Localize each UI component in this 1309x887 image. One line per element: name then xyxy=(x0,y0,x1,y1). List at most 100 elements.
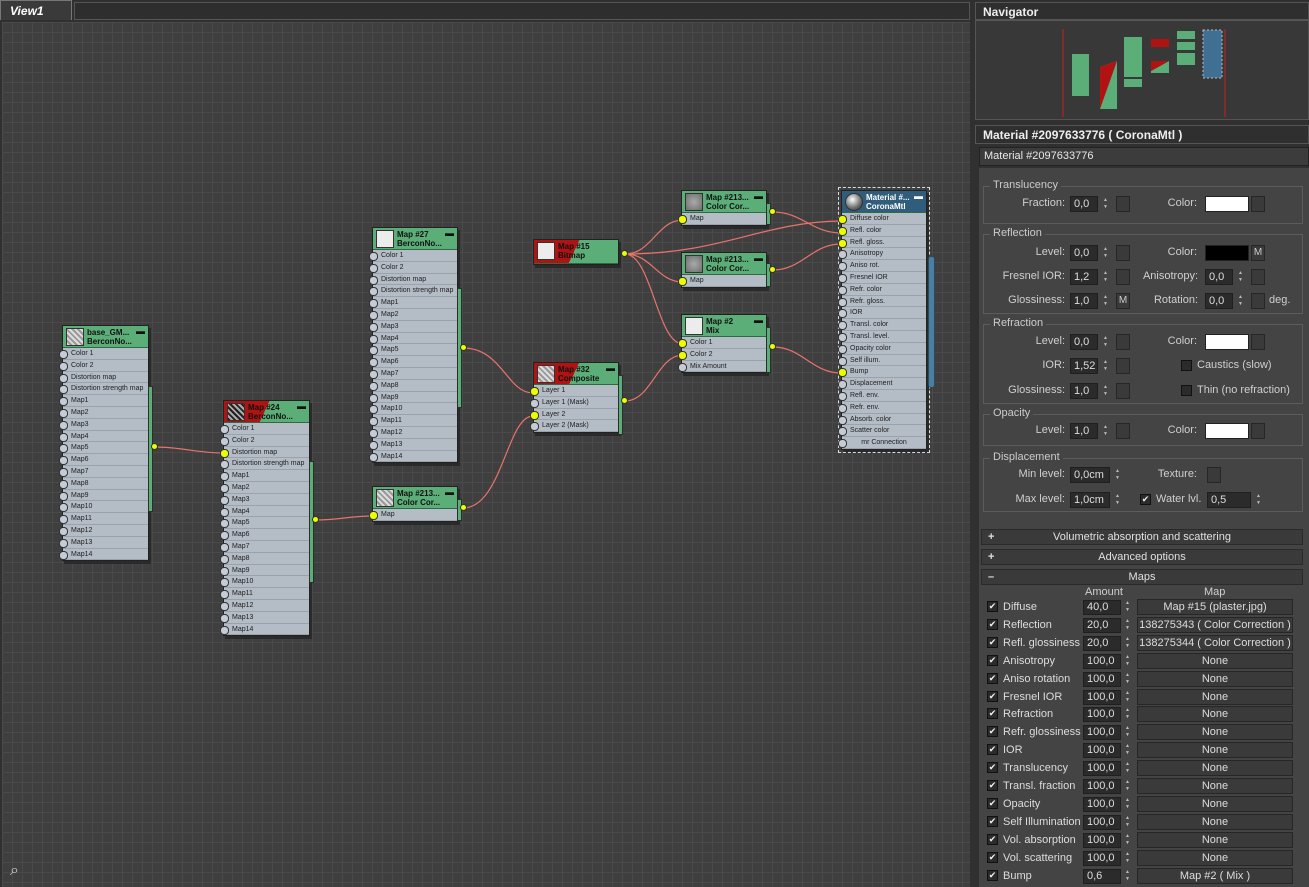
output-socket[interactable] xyxy=(769,266,776,273)
node-slot[interactable]: Refr. color xyxy=(838,284,926,296)
spinner-arrows-icon[interactable]: ▲ ▼ xyxy=(1125,707,1130,721)
map-assign-button[interactable]: Map #15 (plaster.jpg) xyxy=(1137,599,1293,615)
node-slot[interactable]: Map11 xyxy=(59,513,148,525)
map-enable-checkbox[interactable]: ✔ xyxy=(987,815,998,827)
node-material-corona[interactable]: Material #... CoronaMtl ▬ Diffuse color Re… xyxy=(838,187,930,453)
spinner-arrows-icon[interactable]: ▲ ▼ xyxy=(1125,600,1130,614)
map-enable-checkbox[interactable]: ✔ xyxy=(987,636,998,648)
node-slot[interactable]: Displacement xyxy=(838,378,926,390)
map-amount-spinner[interactable]: 100,0 xyxy=(1083,814,1121,830)
material-rollout[interactable]: Translucency Fraction: 0,0 Color: Reflec… xyxy=(979,168,1309,887)
node-slot[interactable]: Color 1 xyxy=(678,337,766,349)
displacement-texture-button[interactable] xyxy=(1207,467,1221,483)
spinner-arrows-icon[interactable]: ▲ ▼ xyxy=(1125,725,1130,739)
node-slot[interactable]: Map9 xyxy=(220,565,309,577)
spinner-arrows-icon[interactable]: ▲ ▼ xyxy=(1125,797,1130,811)
output-socket[interactable] xyxy=(460,344,467,351)
node-footer[interactable]: mr Connection xyxy=(838,437,926,449)
node-map27-bercon[interactable]: Map #27 BerconNo... ▬ Color 1 Color 2 Disto… xyxy=(369,227,462,464)
map-enable-checkbox[interactable]: ✔ xyxy=(987,797,998,809)
fresnel-ior-spinner[interactable]: 1,2 xyxy=(1070,269,1108,285)
node-slot[interactable]: Layer 1 xyxy=(530,385,618,397)
node-slot[interactable]: Map xyxy=(678,213,766,225)
minimize-icon[interactable]: ▬ xyxy=(914,191,923,201)
opacity-color-swatch[interactable] xyxy=(1205,423,1249,439)
minimize-icon[interactable]: ▬ xyxy=(754,315,763,325)
map-enable-checkbox[interactable]: ✔ xyxy=(987,690,998,702)
advanced-rollout[interactable]: + Advanced options xyxy=(981,549,1303,565)
node-slot[interactable]: Map12 xyxy=(220,600,309,612)
node-slot[interactable]: Map12 xyxy=(59,525,148,537)
node-header[interactable]: Map #2 Mix ▬ xyxy=(682,315,766,337)
node-header[interactable]: Map #27 BerconNo... ▬ xyxy=(373,228,457,250)
node-slot[interactable]: Map9 xyxy=(59,490,148,502)
spinner-arrows-icon[interactable]: ▲ ▼ xyxy=(1125,672,1130,686)
map-enable-checkbox[interactable]: ✔ xyxy=(987,726,998,738)
minimize-icon[interactable]: ▬ xyxy=(754,191,763,201)
thin-checkbox[interactable] xyxy=(1181,385,1192,396)
map-enable-checkbox[interactable]: ✔ xyxy=(987,618,998,630)
node-slot[interactable]: Map13 xyxy=(220,612,309,624)
node-slot[interactable]: Map12 xyxy=(369,427,457,439)
node-slot[interactable]: Map10 xyxy=(220,576,309,589)
node-slot[interactable]: Map9 xyxy=(369,392,457,404)
minimize-icon[interactable]: ▬ xyxy=(754,253,763,263)
node-base-bercon[interactable]: base_GM... BerconNo... ▬ Color 1 Color 2 Di… xyxy=(59,325,153,562)
map-amount-spinner[interactable]: 100,0 xyxy=(1083,761,1121,777)
refl-glossiness-map-button[interactable]: M xyxy=(1116,293,1130,309)
node-slot[interactable]: Map8 xyxy=(59,478,148,490)
node-slot[interactable]: Map1 xyxy=(220,470,309,482)
anisotropy-map-button[interactable] xyxy=(1251,269,1265,285)
node-slot[interactable]: Aniso rot. xyxy=(838,260,926,272)
node-color-correction-low[interactable]: Map #213... Color Cor... ▬ Map xyxy=(369,486,462,522)
node-slot[interactable]: Map6 xyxy=(369,356,457,368)
map-assign-button[interactable]: None xyxy=(1137,652,1293,669)
refl-color-map-button[interactable]: M xyxy=(1251,245,1265,261)
map-assign-button[interactable]: Map #2 ( Mix ) xyxy=(1137,867,1293,884)
node-slot[interactable]: Map3 xyxy=(220,494,309,506)
map-amount-spinner[interactable]: 100,0 xyxy=(1083,689,1121,705)
node-header[interactable]: Map #213... Color Cor... ▬ xyxy=(373,487,457,509)
water-level-spinner[interactable]: 0,5 xyxy=(1207,492,1261,508)
spinner-arrows-icon[interactable]: ▲ ▼ xyxy=(1125,833,1130,847)
node-slot[interactable]: Layer 1 (Mask) xyxy=(530,397,618,409)
node-slot[interactable]: Color 2 xyxy=(678,349,766,361)
output-socket[interactable] xyxy=(621,397,628,404)
map-assign-button[interactable]: None xyxy=(1137,778,1293,794)
node-slot[interactable]: Layer 2 (Mask) xyxy=(530,420,618,433)
spinner-arrows-icon[interactable]: ▲ ▼ xyxy=(1125,869,1130,883)
spinner-arrows-icon[interactable]: ▲ ▼ xyxy=(1125,815,1130,829)
map-amount-spinner[interactable]: 0,6 xyxy=(1083,868,1121,884)
node-slot[interactable]: Anisotropy xyxy=(838,248,926,261)
map-amount-spinner[interactable]: 20,0 xyxy=(1083,635,1121,651)
node-slot[interactable]: Distortion strength map xyxy=(59,383,148,396)
output-socket[interactable] xyxy=(151,443,158,450)
output-socket[interactable] xyxy=(312,516,319,523)
minimize-icon[interactable]: ▬ xyxy=(606,363,615,373)
view-tab[interactable]: View1 xyxy=(0,0,72,20)
node-slot[interactable]: Map1 xyxy=(59,395,148,407)
node-header[interactable]: Material #... CoronaMtl ▬ xyxy=(842,191,926,213)
spinner-arrows-icon[interactable]: ▲ ▼ xyxy=(1125,636,1130,650)
spinner-arrows-icon[interactable]: ▲ ▼ xyxy=(1125,743,1130,757)
spinner-arrows-icon[interactable]: ▲ ▼ xyxy=(1125,654,1130,668)
node-slot[interactable]: Map4 xyxy=(369,333,457,345)
node-color-correction-top[interactable]: Map #213... Color Cor... ▬ Map xyxy=(678,190,771,226)
node-slot[interactable]: Fresnel IOR xyxy=(838,272,926,284)
rotation-map-button[interactable] xyxy=(1251,293,1265,309)
node-header[interactable]: Map #213... Color Cor... ▬ xyxy=(682,191,766,213)
node-slot[interactable]: Distortion strength map xyxy=(369,285,457,298)
node-slot[interactable]: Map8 xyxy=(369,380,457,392)
opacity-level-map-button[interactable] xyxy=(1116,423,1130,439)
map-amount-spinner[interactable]: 100,0 xyxy=(1083,725,1121,741)
node-slot[interactable]: Distortion map xyxy=(220,447,309,459)
node-slot[interactable]: Color 2 xyxy=(220,435,309,447)
output-socket[interactable] xyxy=(769,208,776,215)
node-slot[interactable]: Map7 xyxy=(59,466,148,478)
node-slot[interactable]: Map5 xyxy=(59,442,148,455)
node-header[interactable]: Map #15 Bitmap xyxy=(534,240,618,264)
node-slot[interactable]: Map6 xyxy=(59,454,148,466)
map-amount-spinner[interactable]: 100,0 xyxy=(1083,779,1121,794)
spinner-arrows-icon[interactable]: ▲ ▼ xyxy=(1125,618,1130,632)
output-socket[interactable] xyxy=(621,250,628,257)
